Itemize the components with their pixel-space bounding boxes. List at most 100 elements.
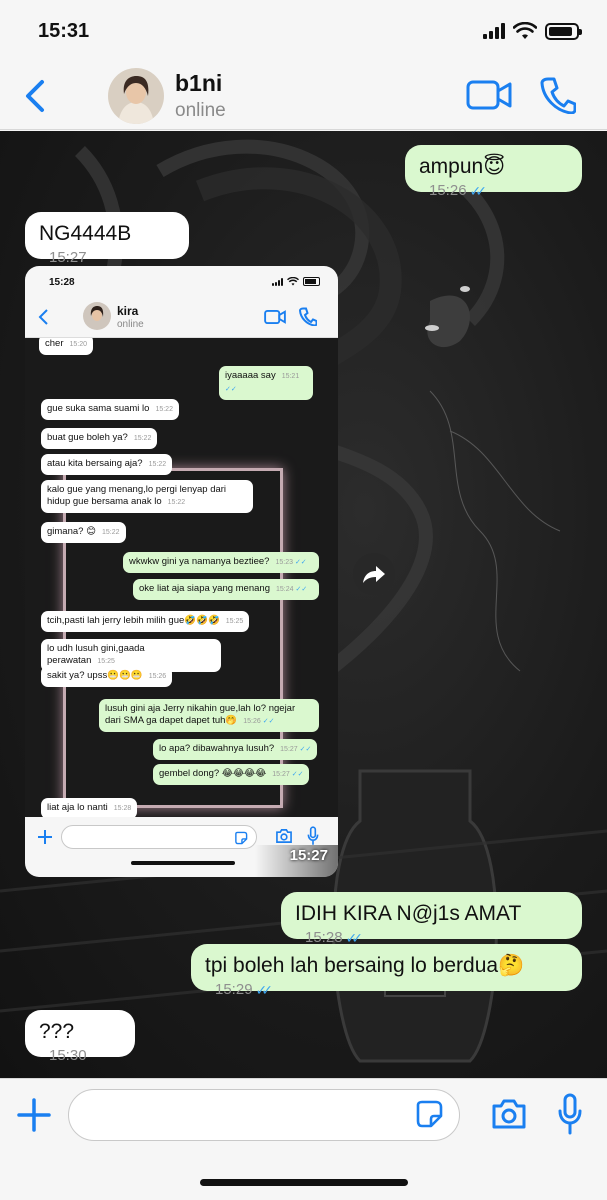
screenshot-message-text: liat aja lo nanti bbox=[47, 802, 108, 813]
screenshot-message-out: gembel dong? 😂😂😂😂 15:27 ✓✓ bbox=[153, 764, 310, 785]
back-chevron-icon bbox=[38, 309, 48, 325]
screenshot-message-in: gue suka sama suami lo 15:22 bbox=[41, 399, 179, 420]
screenshot-message-text: oke liat aja siapa yang menang bbox=[139, 583, 270, 594]
status-icons bbox=[483, 22, 582, 40]
status-bar: 15:31 bbox=[0, 0, 607, 62]
contact-name[interactable]: b1ni bbox=[175, 70, 222, 97]
screenshot-message-in: liat aja lo nanti 15:28 bbox=[41, 798, 138, 817]
screenshot-message-time: 15:22 bbox=[101, 529, 120, 536]
screenshot-message-time: 15:28 bbox=[113, 805, 132, 812]
screenshot-message-in: sakit ya? upss😬😬😬 15:26 bbox=[41, 666, 173, 687]
phone-icon[interactable] bbox=[540, 76, 576, 114]
screenshot-message-out: wkwkw gini ya namanya beztiee? 15:23 ✓✓ bbox=[123, 552, 319, 573]
read-ticks-icon: ✓✓ bbox=[293, 586, 308, 593]
screenshot-message-text: iyaaaaa say bbox=[225, 370, 276, 381]
video-call-icon bbox=[264, 309, 286, 325]
contact-status: online bbox=[175, 100, 226, 121]
screenshot-message-out: iyaaaaa say 15:21 ✓✓ bbox=[219, 366, 313, 400]
phone-icon bbox=[299, 307, 317, 326]
screenshot-message-text: wkwkw gini ya namanya beztiee? bbox=[129, 556, 270, 567]
screenshot-message-time: 15:22 bbox=[148, 461, 167, 468]
screenshot-message-text: cher bbox=[45, 338, 64, 349]
message-bubble-outgoing[interactable]: IDIH KIRA N@j1s AMAT 15:28 ✓✓ bbox=[281, 892, 582, 946]
sticker-icon[interactable] bbox=[414, 1099, 444, 1129]
wifi-icon bbox=[513, 22, 537, 39]
screenshot-message-time: 15:22 bbox=[155, 406, 173, 413]
forward-icon bbox=[363, 566, 385, 583]
sticker-icon bbox=[235, 831, 248, 845]
screenshot-message-text: lo apa? dibawahnya lusuh? bbox=[159, 743, 275, 754]
read-ticks-icon: ✓✓ bbox=[225, 386, 237, 393]
screenshot-message-time: 15:26 bbox=[148, 673, 167, 680]
camera-icon[interactable] bbox=[490, 1097, 528, 1131]
screenshot-home-indicator bbox=[131, 861, 235, 865]
screenshot-message-text: lo udh lusuh gini,gaada perawatan bbox=[47, 643, 145, 666]
camera-icon bbox=[276, 829, 292, 843]
screenshot-message-text: atau kita bersaing aja? bbox=[47, 458, 143, 469]
message-bubble-incoming[interactable]: ??? 15:30 bbox=[25, 1010, 135, 1064]
mic-icon bbox=[307, 826, 319, 845]
screenshot-message-time: 15:23 bbox=[275, 559, 293, 566]
screenshot-message-in: gimana? 😊 15:22 bbox=[41, 522, 126, 543]
message-time: 15:30 bbox=[49, 1047, 87, 1064]
screenshot-message-text: sakit ya? upss😬😬😬 bbox=[47, 670, 143, 681]
video-call-icon[interactable] bbox=[466, 78, 512, 112]
image-message[interactable]: 15:28 kira online cher 15:20 iyaaaaa say 15… bbox=[25, 266, 338, 877]
chat-header: b1ni online bbox=[0, 62, 607, 130]
screenshot-chat-header: kira online bbox=[25, 296, 338, 338]
screenshot-message-time: 15:25 bbox=[225, 618, 244, 625]
screenshot-message-time: 15:20 bbox=[69, 341, 88, 348]
screenshot-avatar bbox=[83, 302, 111, 330]
message-bubble-incoming[interactable]: NG4444B 15:27 bbox=[25, 212, 189, 266]
screenshot-message-in: cher 15:20 bbox=[39, 338, 94, 355]
signal-icon bbox=[483, 23, 505, 39]
read-ticks-icon: ✓✓ bbox=[469, 183, 488, 199]
screenshot-message-text: buat gue boleh ya? bbox=[47, 432, 128, 443]
plus-icon bbox=[38, 830, 52, 844]
screenshot-message-field bbox=[61, 825, 257, 849]
screenshot-message-out: lusuh gini aja Jerry nikahin gue,lah lo?… bbox=[99, 699, 319, 732]
screenshot-message-time: 15:27 bbox=[272, 771, 290, 778]
screenshot-message-text: gembel dong? 😂😂😂😂 bbox=[159, 768, 267, 779]
message-time: 15:26 bbox=[429, 182, 467, 199]
screenshot-message-time: 15:22 bbox=[133, 435, 152, 442]
screenshot-message-out: oke liat aja siapa yang menang 15:24 ✓✓ bbox=[133, 579, 319, 600]
screenshot-message-time: 15:24 bbox=[275, 586, 294, 593]
back-chevron-icon[interactable] bbox=[18, 76, 52, 116]
chat-area[interactable]: ampun😇 15:26 ✓✓ NG4444B 15:27 15:28 kira on… bbox=[0, 131, 607, 1078]
read-ticks-icon: ✓✓ bbox=[293, 559, 307, 566]
forward-button[interactable] bbox=[353, 553, 395, 595]
image-message-time: 15:27 bbox=[289, 847, 328, 864]
screenshot-message-time: 15:26 bbox=[243, 718, 261, 725]
screenshot-status-time: 15:28 bbox=[49, 277, 75, 288]
screenshot-message-time: 15:22 bbox=[167, 499, 186, 506]
screenshot-input-bar: 15:27 bbox=[25, 817, 338, 877]
screenshot-message-out: lo apa? dibawahnya lusuh? 15:27 ✓✓ bbox=[153, 739, 318, 760]
screenshot-message-text: kalo gue yang menang,lo pergi lenyap dar… bbox=[47, 484, 227, 507]
screenshot-message-time: 15:21 bbox=[281, 373, 300, 380]
message-bubble-outgoing[interactable]: tpi boleh lah bersaing lo berdua🤔 15:29 ✓✓ bbox=[191, 944, 582, 998]
battery-icon bbox=[545, 22, 582, 40]
message-composer bbox=[0, 1078, 607, 1200]
screenshot-status-bar: 15:28 bbox=[25, 266, 338, 296]
screenshot-message-time: 15:25 bbox=[97, 658, 115, 665]
screenshot-chat-area: cher 15:20 iyaaaaa say 15:21 ✓✓ gue suka sam… bbox=[25, 338, 338, 817]
message-text: NG4444B bbox=[39, 222, 132, 245]
read-ticks-icon: ✓✓ bbox=[297, 746, 312, 753]
status-time: 15:31 bbox=[38, 20, 90, 42]
contact-avatar[interactable] bbox=[108, 68, 164, 124]
message-input[interactable] bbox=[68, 1089, 460, 1141]
message-time: 15:29 bbox=[215, 981, 253, 998]
message-text: IDIH KIRA N@j1s AMAT bbox=[295, 902, 522, 925]
mic-icon[interactable] bbox=[557, 1093, 583, 1135]
message-text: tpi boleh lah bersaing lo berdua🤔 bbox=[205, 954, 525, 977]
screenshot-message-text: tcih,pasti lah jerry lebih milih gue🤣🤣🤣 bbox=[47, 615, 220, 626]
read-ticks-icon: ✓✓ bbox=[255, 982, 274, 998]
screenshot-message-in: kalo gue yang menang,lo pergi lenyap dar… bbox=[41, 480, 253, 513]
screenshot-status-icons bbox=[272, 277, 320, 286]
message-text: ??? bbox=[39, 1020, 75, 1043]
screenshot-message-in: buat gue boleh ya? 15:22 bbox=[41, 428, 158, 449]
plus-icon[interactable] bbox=[16, 1097, 52, 1133]
message-bubble-outgoing[interactable]: ampun😇 15:26 ✓✓ bbox=[405, 145, 582, 199]
screenshot-contact-name: kira bbox=[117, 304, 139, 318]
